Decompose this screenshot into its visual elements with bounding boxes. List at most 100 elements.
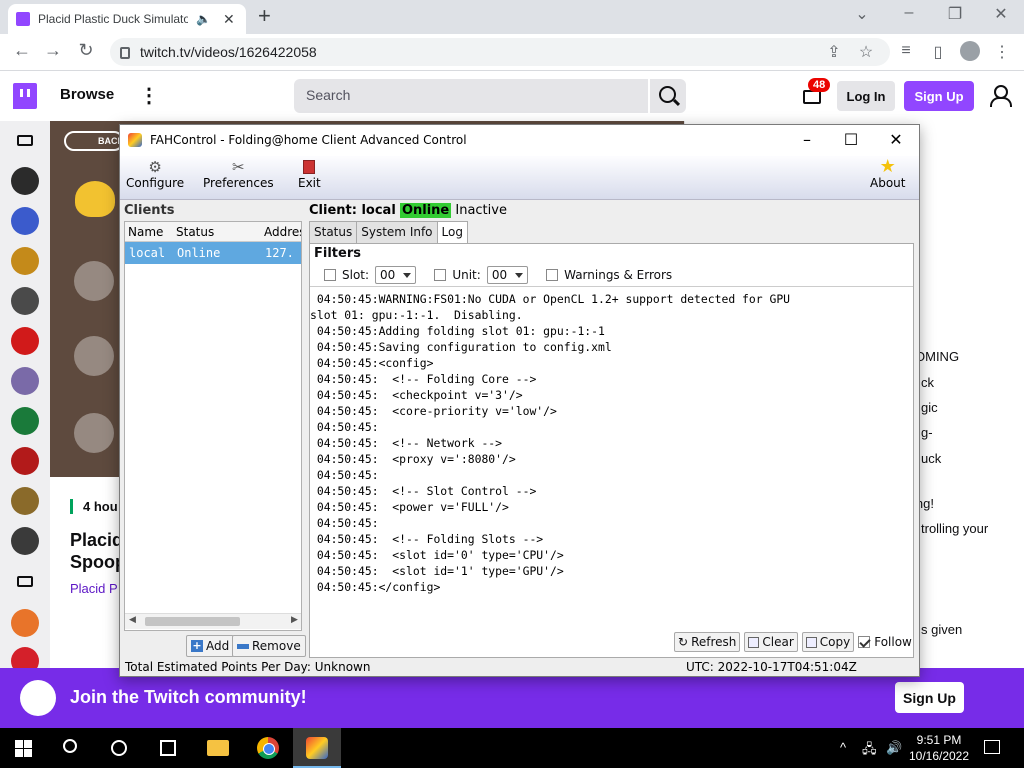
back-arrow-icon[interactable]: ← <box>10 40 34 61</box>
log-line: 04:50:45: <!-- Folding Slots --> <box>310 532 544 546</box>
fah-minimize-icon[interactable]: – <box>792 130 822 149</box>
chrome-menu-icon[interactable]: ⋮ <box>992 42 1012 62</box>
restore-icon[interactable]: ❐ <box>943 4 967 24</box>
channel-avatar-3[interactable] <box>11 247 39 275</box>
search-icon[interactable] <box>650 79 686 113</box>
clients-horizontal-scrollbar[interactable]: ◀ ▶ <box>125 613 301 629</box>
client-row[interactable]: local Online 127. <box>125 242 301 264</box>
channel-avatar-11[interactable] <box>11 609 39 637</box>
tab-search-icon[interactable]: ⌄ <box>850 4 874 24</box>
lock-icon[interactable] <box>120 47 130 59</box>
cortana-icon[interactable] <box>111 740 127 756</box>
video-camera-icon-2[interactable] <box>17 576 33 587</box>
refresh-button[interactable]: ↻ Refresh <box>674 632 741 652</box>
back-pill[interactable]: BACK <box>64 131 124 151</box>
folding-at-home-icon[interactable] <box>306 737 328 759</box>
video-camera-icon[interactable] <box>17 135 33 146</box>
browser-tab[interactable]: Placid Plastic Duck Simulator 🔈 ✕ <box>8 4 246 34</box>
fah-close-icon[interactable]: ✕ <box>881 130 911 149</box>
network-icon[interactable]: 🖧 <box>862 740 877 762</box>
slot-filter-checkbox[interactable] <box>324 269 336 281</box>
task-view-icon[interactable] <box>160 740 176 756</box>
media-control-icon[interactable]: ≡ <box>896 42 916 60</box>
configure-button[interactable]: ⚙ Configure <box>126 158 184 190</box>
share-icon[interactable]: ⇪ <box>824 42 844 62</box>
preferences-button[interactable]: ✂ Preferences <box>203 158 274 190</box>
channel-avatar-7[interactable] <box>11 407 39 435</box>
twitch-search-input[interactable]: Search <box>294 79 648 113</box>
configure-label: Configure <box>126 176 185 190</box>
login-button[interactable]: Log In <box>837 81 895 111</box>
about-button[interactable]: ★ About <box>870 158 905 191</box>
banner-signup-button[interactable]: Sign Up <box>895 682 964 713</box>
side-panel-icon[interactable]: ▯ <box>928 42 948 62</box>
unit-filter-checkbox[interactable] <box>434 269 447 281</box>
file-explorer-icon[interactable] <box>207 740 229 756</box>
copy-button[interactable]: Copy <box>801 632 855 652</box>
refresh-icon: ↻ <box>678 635 689 649</box>
exit-label: Exit <box>298 176 321 190</box>
log-output[interactable]: 04:50:45:WARNING:FS01:No CUDA or OpenCL … <box>310 286 913 628</box>
log-line: 04:50:45: <checkpoint v='3'/> <box>310 388 523 402</box>
profile-avatar-icon[interactable] <box>960 41 980 61</box>
notifications-icon[interactable] <box>984 740 1000 754</box>
channel-avatar-5[interactable] <box>11 327 39 355</box>
client-header: Client: local Online Inactive <box>309 203 915 218</box>
browse-link[interactable]: Browse <box>60 86 114 103</box>
address-bar[interactable]: twitch.tv/videos/1626422058 <box>110 38 890 66</box>
channel-avatar-8[interactable] <box>11 447 39 475</box>
taskbar-search-icon[interactable] <box>63 739 77 753</box>
minimize-icon[interactable]: – <box>897 4 921 22</box>
tab-status[interactable]: Status <box>309 221 358 243</box>
close-tab-icon[interactable]: ✕ <box>223 11 235 28</box>
volume-icon[interactable]: 🔊 <box>886 740 902 756</box>
twitch-favicon-icon <box>16 12 30 26</box>
channel-avatar-6[interactable] <box>11 367 39 395</box>
channel-avatar-9[interactable] <box>11 487 39 515</box>
remove-client-button[interactable]: Remove <box>232 635 306 657</box>
chrome-icon[interactable] <box>257 737 279 759</box>
scroll-left-icon[interactable]: ◀ <box>129 615 136 625</box>
tab-system-info[interactable]: System Info <box>356 221 438 243</box>
exit-button[interactable]: Exit <box>298 158 321 190</box>
fah-maximize-icon[interactable]: ☐ <box>836 130 866 149</box>
clear-button[interactable]: Clear <box>744 632 798 652</box>
warnings-filter-checkbox[interactable] <box>546 269 559 281</box>
points-status: Total Estimated Points Per Day: Unknown <box>125 660 371 674</box>
category-link[interactable]: Placid P <box>70 581 118 596</box>
scroll-right-icon[interactable]: ▶ <box>291 615 298 625</box>
bookmark-star-icon[interactable]: ☆ <box>856 42 876 62</box>
log-line: 04:50:45:</config> <box>310 580 441 594</box>
join-community-banner: Join the Twitch community! Sign Up <box>0 668 1024 728</box>
follow-checkbox[interactable] <box>858 636 871 648</box>
fah-titlebar[interactable]: FAHControl - Folding@home Client Advance… <box>120 125 919 156</box>
fah-statusbar: Total Estimated Points Per Day: Unknown … <box>120 658 919 676</box>
tray-chevron-icon[interactable]: ^ <box>840 740 846 755</box>
more-options-icon[interactable]: ⋮ <box>139 83 159 108</box>
channel-avatar-4[interactable] <box>11 287 39 315</box>
unit-select[interactable]: 00 <box>486 266 529 284</box>
channel-avatar-1[interactable] <box>11 167 39 195</box>
tab-log[interactable]: Log <box>436 221 468 244</box>
channel-avatar-2[interactable] <box>11 207 39 235</box>
taskbar-clock[interactable]: 9:51 PM 10/16/2022 <box>904 732 974 764</box>
slot-select[interactable]: 00 <box>375 266 417 284</box>
reload-icon[interactable]: ↻ <box>74 40 98 61</box>
col-status[interactable]: Status <box>173 222 261 241</box>
speaker-icon[interactable]: 🔈 <box>196 12 211 26</box>
forward-arrow-icon[interactable]: → <box>41 40 65 61</box>
add-client-button[interactable]: + Add <box>186 635 235 657</box>
col-name[interactable]: Name <box>125 222 173 241</box>
signup-button[interactable]: Sign Up <box>904 81 974 111</box>
channel-avatar-10[interactable] <box>11 527 39 555</box>
new-tab-button[interactable]: + <box>258 4 271 28</box>
scrollbar-thumb[interactable] <box>145 617 240 626</box>
inbox-icon[interactable] <box>803 90 821 104</box>
user-menu-icon[interactable] <box>990 85 1012 107</box>
windows-start-icon[interactable] <box>15 740 32 757</box>
unit-select-value: 00 <box>491 268 508 282</box>
log-line: 04:50:45:<config> <box>310 356 434 370</box>
col-address[interactable]: Addres <box>261 222 301 241</box>
twitch-logo-icon[interactable] <box>13 83 37 109</box>
close-window-icon[interactable]: ✕ <box>989 4 1013 24</box>
